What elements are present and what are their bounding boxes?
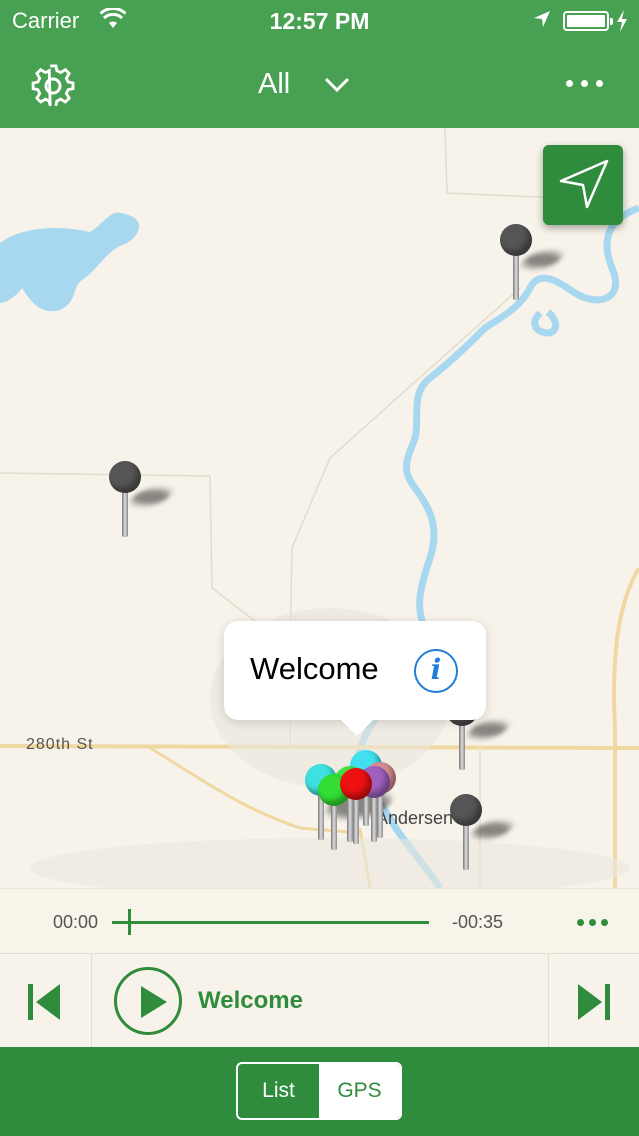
skip-back-icon [28, 984, 60, 1020]
chevron-down-icon [324, 68, 350, 101]
info-icon[interactable]: i [414, 649, 458, 693]
map-callout[interactable]: Welcome i [224, 621, 486, 736]
play-icon [141, 986, 167, 1018]
top-bar: Carrier 12:57 PM All [0, 0, 639, 128]
playback-controls: Welcome [0, 953, 639, 1048]
more-icon[interactable] [566, 80, 603, 87]
view-mode-segmented-control: List GPS [236, 1062, 402, 1120]
player-more-icon[interactable] [577, 919, 608, 926]
battery-icon [563, 11, 613, 31]
audio-scrubber: 00:00 -00:35 [0, 888, 639, 953]
skip-forward-icon [578, 984, 610, 1020]
now-playing-title: Welcome [198, 987, 303, 1014]
location-services-icon [533, 10, 551, 33]
next-track-button[interactable] [576, 982, 612, 1027]
filter-label: All [258, 67, 291, 100]
map-view[interactable]: 280th St Andersen Welcome i [0, 128, 639, 888]
charging-icon [616, 10, 628, 37]
divider [91, 954, 92, 1048]
battery-fill [567, 15, 605, 27]
remaining-time: -00:35 [452, 912, 504, 932]
play-button[interactable] [114, 967, 182, 1035]
elapsed-time: 00:00 [53, 912, 99, 932]
category-filter-dropdown[interactable]: All [258, 64, 350, 104]
road-label: 280th St [26, 736, 94, 753]
bottom-bar: List GPS [0, 1047, 639, 1136]
navigation-arrow-icon [559, 159, 609, 209]
nav-bar: All [0, 42, 639, 128]
locate-me-button[interactable] [543, 145, 623, 225]
status-bar: Carrier 12:57 PM [0, 0, 639, 42]
gear-icon[interactable] [31, 64, 75, 108]
divider [548, 954, 549, 1048]
progress-thumb[interactable] [127, 909, 131, 935]
progress-track[interactable] [112, 921, 429, 924]
town-label: Andersen [376, 808, 454, 828]
tab-list[interactable]: List [238, 1064, 319, 1118]
callout-title: Welcome [250, 651, 379, 686]
previous-track-button[interactable] [26, 982, 62, 1027]
tab-gps[interactable]: GPS [319, 1064, 400, 1118]
